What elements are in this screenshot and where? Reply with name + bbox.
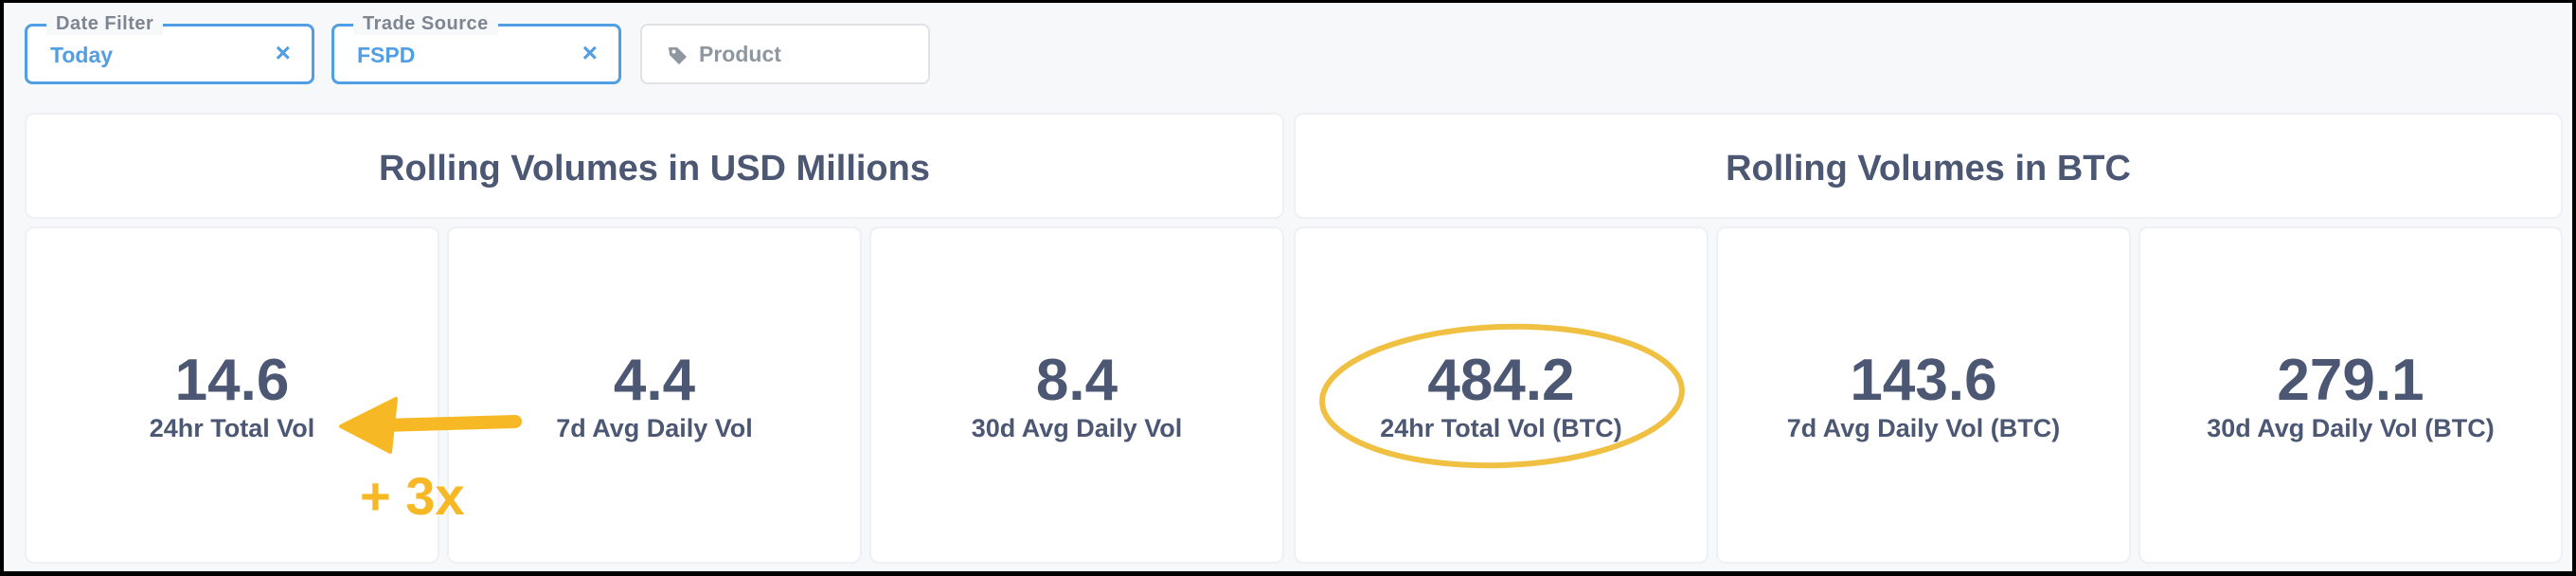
multiplier-annotation: + 3x xyxy=(360,466,465,526)
arrow-annotation xyxy=(339,397,522,454)
highlight-ellipse xyxy=(1319,323,1685,469)
dashboard: Date Filter Today × Trade Source FSPD × … xyxy=(4,3,2572,571)
